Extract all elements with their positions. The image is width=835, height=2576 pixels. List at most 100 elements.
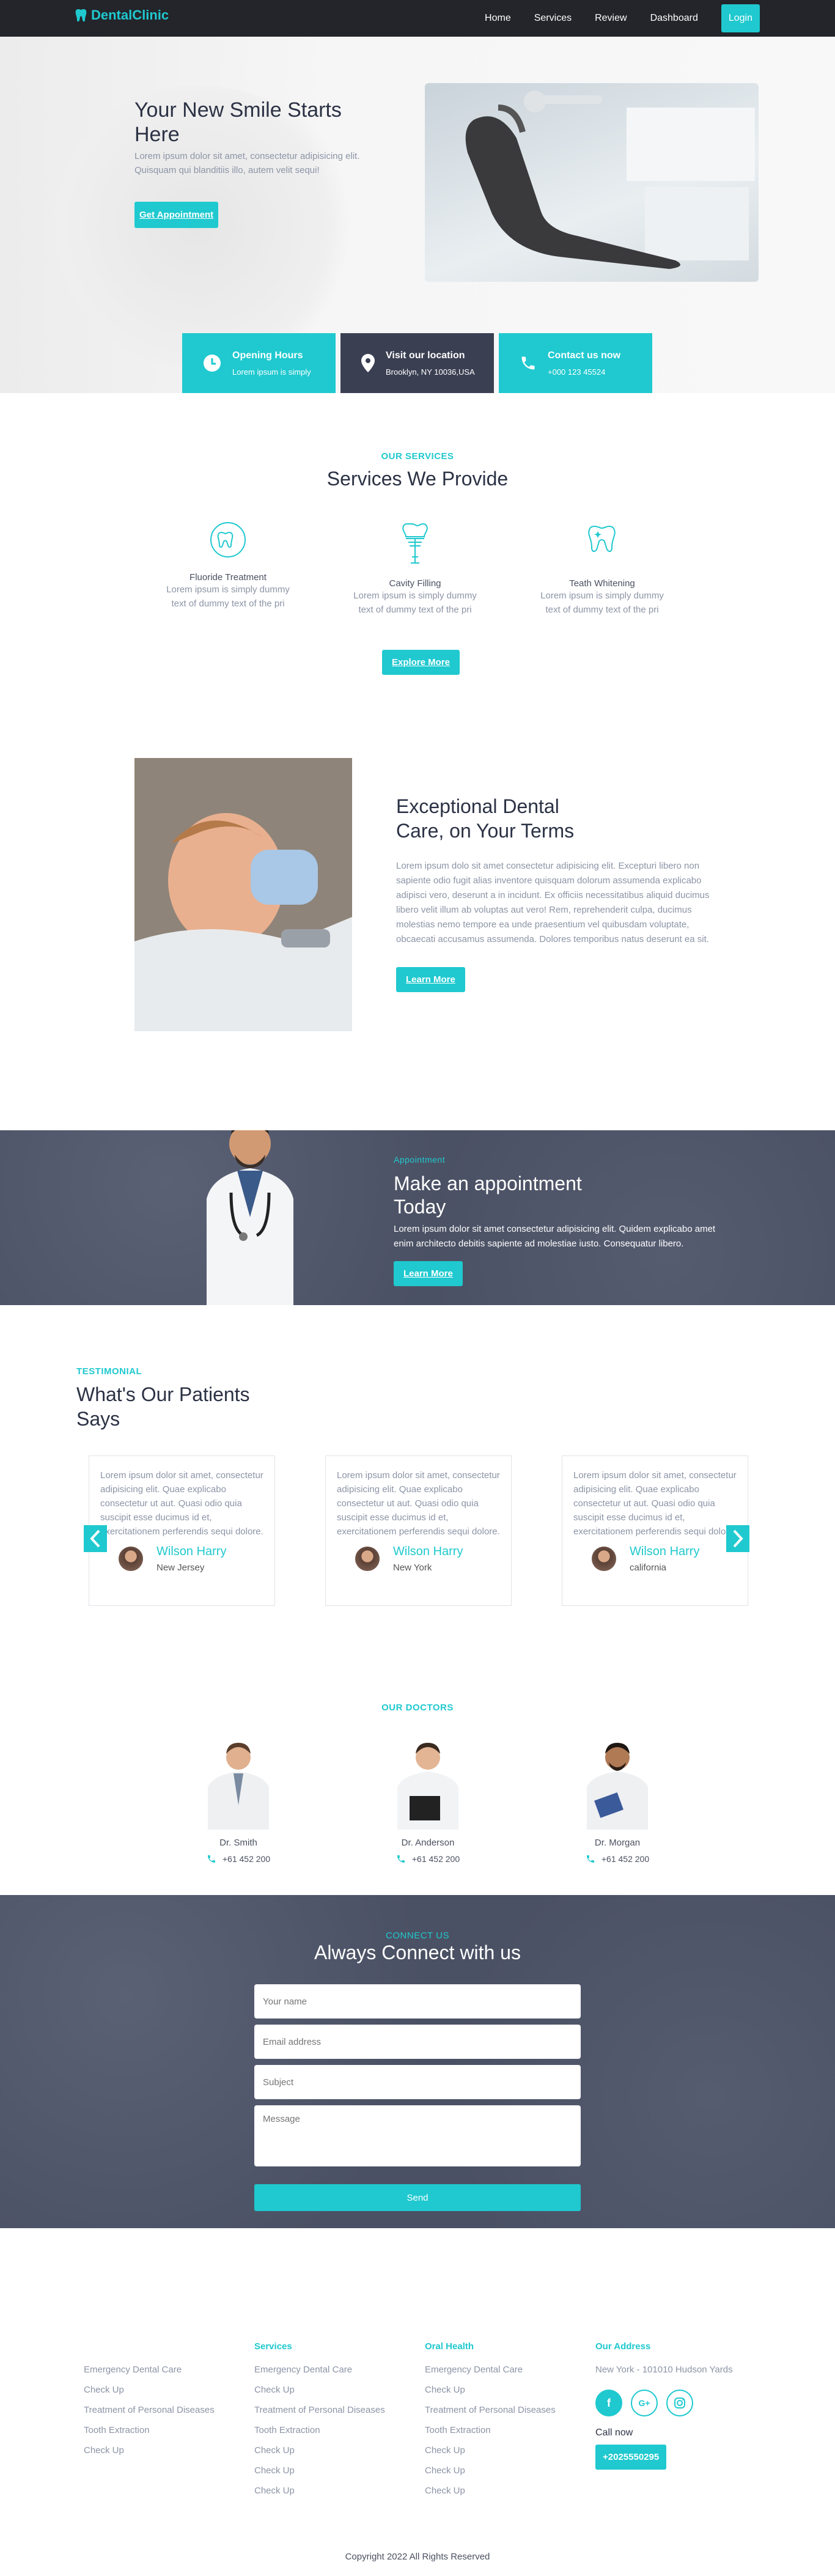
nav-home[interactable]: Home — [485, 13, 511, 24]
address-title: Our Address — [595, 2341, 651, 2352]
testimonial-eyebrow: TESTIMONIAL — [76, 1366, 142, 1377]
author-name: Wilson Harry — [156, 1545, 227, 1558]
cavity-filling-icon — [402, 523, 428, 564]
doctor-card: Dr. Anderson +61 452 200 — [367, 1738, 489, 1864]
info-cards: Opening Hours Lorem ipsum is simply Visit… — [182, 333, 652, 393]
footer-link[interactable]: Emergency Dental Care — [84, 2364, 243, 2375]
doctor-photo — [208, 1743, 269, 1830]
doctor-phone-number: +61 452 200 — [411, 1854, 460, 1864]
testimonial-title: What's Our Patients Says — [76, 1383, 250, 1430]
services-list: Fluoride Treatment Lorem ipsum is simply… — [160, 520, 670, 617]
avatar — [592, 1547, 616, 1571]
google-plus-icon[interactable]: G+ — [631, 2390, 658, 2416]
about-section: Exceptional Dental Care, on Your Terms L… — [0, 713, 835, 1130]
get-appointment-button[interactable]: Get Appointment — [134, 202, 219, 228]
instagram-icon[interactable] — [666, 2390, 693, 2416]
footer-column-title — [84, 2341, 243, 2352]
phone-number-button[interactable]: +2025550295 — [595, 2445, 667, 2470]
message-input[interactable] — [254, 2105, 581, 2166]
services-section: OUR SERVICES Services We Provide Fluorid… — [0, 393, 835, 713]
login-button[interactable]: Login — [721, 4, 760, 32]
author-location: New York — [393, 1562, 432, 1573]
footer-link[interactable]: Check Up — [84, 2445, 243, 2456]
footer-link[interactable]: Check Up — [425, 2486, 584, 2496]
footer-link[interactable]: Tooth Extraction — [254, 2425, 413, 2435]
name-input[interactable] — [254, 1984, 581, 2018]
location-text: Brooklyn, NY 10036,USA — [386, 367, 475, 377]
address-text: New York - 101010 Hudson Yards — [595, 2364, 733, 2375]
subject-input[interactable] — [254, 2065, 581, 2099]
nav-review[interactable]: Review — [595, 13, 627, 24]
avatar — [355, 1547, 380, 1571]
patient-photo — [134, 758, 352, 1031]
carousel-next-button[interactable] — [726, 1525, 749, 1552]
footer: Emergency Dental Care Check Up Treatment… — [0, 2228, 835, 2572]
about-text: Lorem ipsum dolo sit amet consectetur ad… — [396, 861, 710, 944]
doctor-card: Dr. Morgan +61 452 200 — [556, 1738, 679, 1864]
footer-link[interactable]: Check Up — [254, 2445, 413, 2456]
service-desc: Lorem ipsum is simply dummy text of dumm… — [166, 584, 290, 609]
top-navbar: DentalClinic Home Services Review Dashbo… — [0, 0, 835, 37]
footer-link[interactable]: Treatment of Personal Diseases — [84, 2405, 243, 2415]
explore-more-button[interactable]: Explore More — [382, 650, 460, 675]
footer-column-services: Services Emergency Dental Care Check Up … — [254, 2341, 413, 2506]
footer-link[interactable]: Tooth Extraction — [425, 2425, 584, 2435]
tooth-icon — [75, 9, 87, 22]
footer-link[interactable]: Treatment of Personal Diseases — [254, 2405, 413, 2415]
brand-logo[interactable]: DentalClinic — [75, 7, 169, 23]
doctor-name: Dr. Smith — [219, 1838, 257, 1848]
phone-icon — [397, 1855, 405, 1863]
dental-chair-image — [425, 83, 759, 282]
contact-card: Contact us now +000 123 45524 — [499, 333, 652, 393]
contact-text: +000 123 45524 — [548, 367, 606, 377]
opening-hours-title: Opening Hours — [232, 350, 303, 361]
location-card: Visit our location Brooklyn, NY 10036,USA — [340, 333, 494, 393]
appointment-section: Appointment Make an appointment Today Lo… — [0, 1130, 835, 1305]
carousel-prev-button[interactable] — [84, 1525, 107, 1552]
footer-link[interactable]: Check Up — [254, 2385, 413, 2395]
service-item: Teath Whitening Lorem ipsum is simply du… — [534, 520, 670, 617]
footer-link[interactable]: Tooth Extraction — [84, 2425, 243, 2435]
footer-link[interactable]: Emergency Dental Care — [254, 2364, 413, 2375]
testimonial-author: Wilson Harry New Jersey — [100, 1545, 263, 1573]
footer-column-1: Emergency Dental Care Check Up Treatment… — [84, 2341, 243, 2465]
testimonial-card: Lorem ipsum dolor sit amet, consectetur … — [325, 1455, 512, 1606]
doctor-photo — [397, 1743, 458, 1830]
doctor-name: Dr. Anderson — [401, 1838, 455, 1848]
about-learn-more-button[interactable]: Learn More — [396, 967, 465, 992]
testimonial-card: Lorem ipsum dolor sit amet, consectetur … — [562, 1455, 748, 1606]
footer-link[interactable]: Check Up — [425, 2465, 584, 2476]
email-input[interactable] — [254, 2025, 581, 2059]
nav-services[interactable]: Services — [534, 13, 572, 24]
hero-text: Lorem ipsum dolor sit amet, consectetur … — [134, 151, 360, 175]
testimonials-section: TESTIMONIAL What's Our Patients Says Lor… — [0, 1305, 835, 1647]
appointment-text: Lorem ipsum dolor sit amet consectetur a… — [394, 1224, 716, 1249]
footer-link[interactable]: Check Up — [254, 2465, 413, 2476]
testimonial-author: Wilson Harry california — [573, 1545, 737, 1573]
phone-icon — [207, 1855, 215, 1863]
testimonial-text: Lorem ipsum dolor sit amet, consectetur … — [573, 1470, 737, 1537]
footer-link[interactable]: Check Up — [425, 2385, 584, 2395]
footer-link[interactable]: Check Up — [254, 2486, 413, 2496]
footer-link[interactable]: Check Up — [84, 2385, 243, 2395]
send-button[interactable]: Send — [254, 2184, 581, 2211]
contact-title: Always Connect with us — [314, 1941, 521, 1963]
footer-link[interactable]: Emergency Dental Care — [425, 2364, 584, 2375]
doctor-portrait — [207, 1130, 293, 1305]
facebook-icon[interactable]: f — [595, 2390, 622, 2416]
doctor-phone: +61 452 200 — [367, 1854, 489, 1864]
brand-name: DentalClinic — [91, 7, 169, 23]
contact-title: Contact us now — [548, 350, 621, 361]
testimonial-carousel: Lorem ipsum dolor sit amet, consectetur … — [89, 1455, 748, 1606]
services-title: Services We Provide — [326, 468, 509, 490]
footer-column-title: Oral Health — [425, 2341, 474, 2352]
appointment-learn-more-button[interactable]: Learn More — [394, 1261, 463, 1286]
footer-link[interactable]: Check Up — [425, 2445, 584, 2456]
about-title: Exceptional Dental Care, on Your Terms — [396, 795, 575, 842]
nav-dashboard[interactable]: Dashboard — [650, 13, 698, 24]
footer-link[interactable]: Treatment of Personal Diseases — [425, 2405, 584, 2415]
doctor-photo — [587, 1743, 648, 1830]
footer-column-title: Services — [254, 2341, 292, 2352]
contact-form: Send — [254, 1984, 581, 2211]
doctor-phone-number: +61 452 200 — [222, 1854, 271, 1864]
